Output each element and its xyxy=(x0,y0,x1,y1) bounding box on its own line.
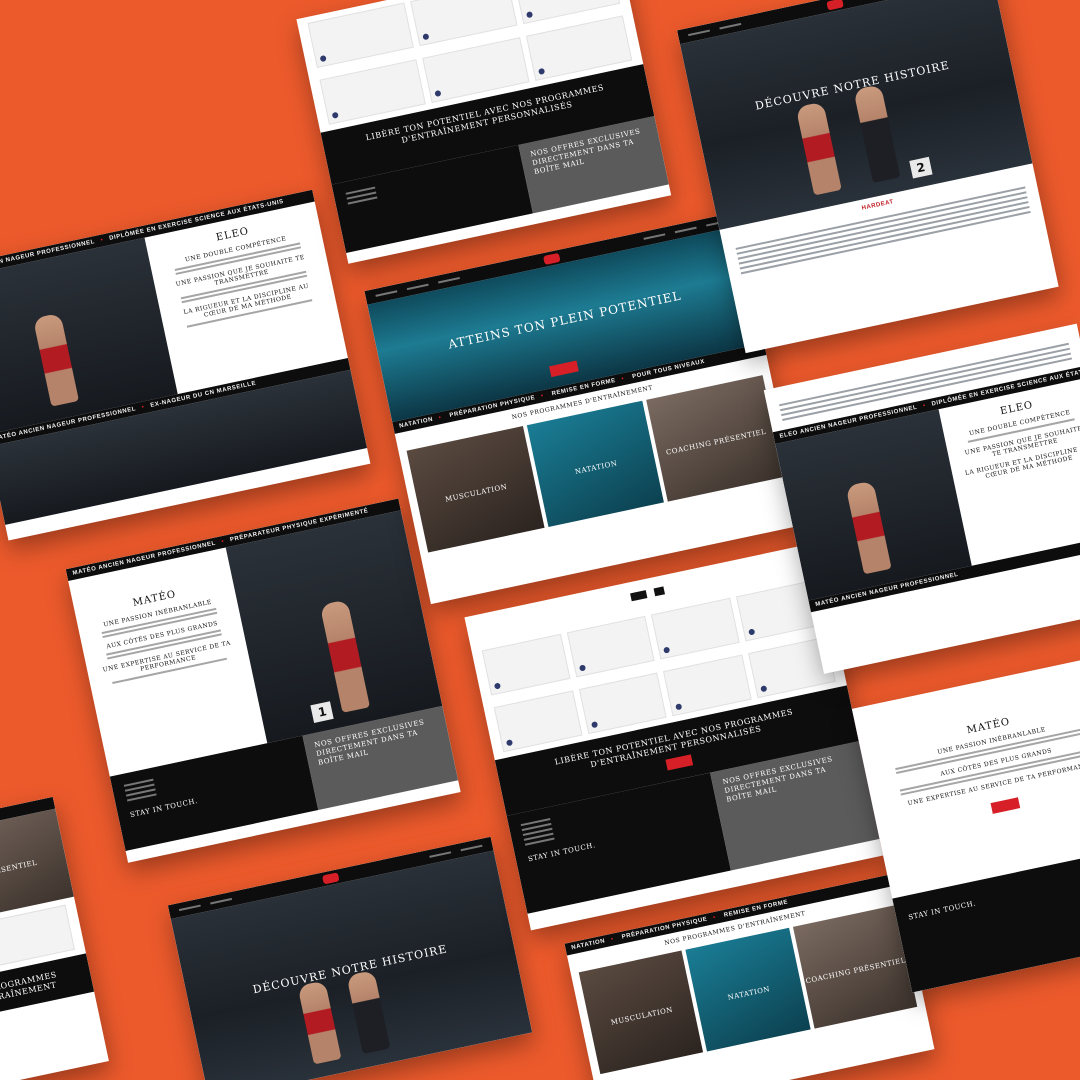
program-label: NATATION xyxy=(726,985,771,1002)
footer-stay: STAY IN TOUCH. xyxy=(907,899,977,922)
partner-logo xyxy=(653,586,665,597)
screen-mateo-page: MATÉO ANCIEN NAGEUR PROFESSIONNEL • PRÉPAR… xyxy=(65,498,461,863)
screen-story-page-right: 2 DÉCOUVRE NOTRE HISTOIRE HARDEAT xyxy=(677,0,1059,354)
cta-button[interactable] xyxy=(665,754,693,771)
program-label: COACHING PRÉSENTIEL xyxy=(0,858,38,888)
hero-cta-button[interactable] xyxy=(549,360,579,378)
screen-story-page: DÉCOUVRE NOTRE HISTOIRE xyxy=(167,836,533,1080)
partner-logo xyxy=(630,590,648,602)
program-card-musculation[interactable]: MUSCULATION xyxy=(406,426,545,553)
brand-logo[interactable] xyxy=(542,252,561,265)
collage-stage: ELEO ANCIEN NAGEUR PROFESSIONNEL•DIPLÔMÉ… xyxy=(0,0,1080,1080)
story-title: DÉCOUVRE NOTRE HISTOIRE xyxy=(753,58,951,113)
footer-stay: STAY IN TOUCH. xyxy=(527,841,597,864)
program-card-natation[interactable]: NATATION xyxy=(685,927,811,1052)
program-card-coaching[interactable]: COACHING PRÉSENTIEL xyxy=(646,375,785,502)
programs-title: NOS PROGRAMMES D'ENTRAÎNEMENT xyxy=(0,970,58,1008)
mateo-cta-button[interactable] xyxy=(990,797,1021,814)
program-card-natation[interactable]: NATATION xyxy=(526,400,665,528)
screen-eleo-page: ELEO ANCIEN NAGEUR PROFESSIONNEL•DIPLÔMÉ… xyxy=(0,189,371,541)
program-label: MUSCULATION xyxy=(444,482,508,504)
program-label: COACHING PRÉSENTIEL xyxy=(665,427,767,457)
footer-stay: STAY IN TOUCH. xyxy=(129,796,199,820)
program-card-musculation[interactable]: MUSCULATION xyxy=(578,950,704,1075)
program-label: MUSCULATION xyxy=(610,1005,674,1027)
screen-cta-page: LIBÈRE TON POTENTIEL AVEC NOS PROGRAMMES… xyxy=(296,0,672,264)
program-label: COACHING PRÉSENTIEL xyxy=(804,956,907,986)
screen-left-edge: PRÉPARATION PHYSIQUE COACHING PRÉSENTIEL… xyxy=(0,796,109,1080)
program-label: NATATION xyxy=(574,459,619,477)
